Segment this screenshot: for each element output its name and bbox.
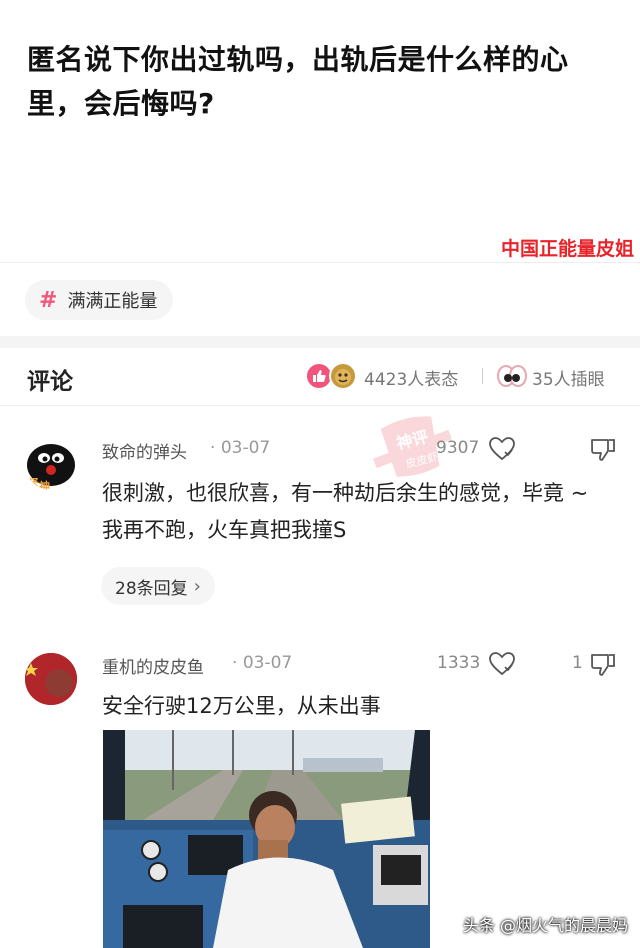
like-count: 9307 <box>436 438 480 458</box>
replies-label: 28条回复 <box>115 578 188 599</box>
topic-tag[interactable]: # 满满正能量 <box>25 280 174 320</box>
post-title: 匿名说下你出过轨吗，出轨后是什么样的心里，会后悔吗? <box>27 43 569 120</box>
source-watermark: 头条 @烟火气的晨晨妈 <box>462 916 628 935</box>
comment-username[interactable]: 重机的皮皮鱼 <box>102 653 204 678</box>
comment-date-value: 03-07 <box>220 438 271 458</box>
hash-icon: # <box>39 287 58 313</box>
thumbs-down-icon[interactable] <box>590 437 616 463</box>
view-replies-button[interactable]: 28条回复 › <box>101 567 215 605</box>
comment-date-value: 03-07 <box>242 653 293 673</box>
avatar[interactable] <box>25 653 77 705</box>
svg-text:紧: 紧 <box>27 476 39 490</box>
comment-text: 很刺激，也很欣喜，有一种劫后余生的感觉，毕竟 ~ 我再不跑，火车真把我撞S <box>102 481 589 542</box>
svg-text:神: 神 <box>39 479 50 490</box>
post-watermark: 中国正能量皮姐 <box>500 238 634 260</box>
section-divider <box>0 336 640 348</box>
dislike-count: 1 <box>572 653 583 673</box>
heart-like-icon[interactable] <box>488 436 516 462</box>
heart-like-icon[interactable] <box>488 651 516 677</box>
thumbs-down-icon[interactable] <box>590 652 616 678</box>
comment-username[interactable]: 致命的弹头 <box>102 438 187 463</box>
like-count: 1333 <box>437 653 481 673</box>
comments-title: 评论 <box>27 369 73 395</box>
header-separator <box>482 368 483 384</box>
comment-text: 安全行驶12万公里，从未出事 <box>102 694 381 718</box>
topic-label: 满满正能量 <box>67 291 158 312</box>
eye-count[interactable]: 35人插眼 <box>532 365 605 390</box>
eyes-icon[interactable] <box>497 363 527 389</box>
comment-image[interactable] <box>103 730 430 948</box>
avatar[interactable]: 紧 神 <box>25 438 77 490</box>
reactions-count[interactable]: 4423人表态 <box>364 365 458 390</box>
emoji-face-icon <box>329 362 357 390</box>
reaction-icons[interactable] <box>305 362 359 390</box>
comment-date: · 03-07 <box>210 438 271 458</box>
chevron-right-icon: › <box>193 575 201 597</box>
comment-date: · 03-07 <box>232 653 293 673</box>
comments-header: 评论 4423人表态 35人插眼 <box>0 348 640 406</box>
post-card: 匿名说下你出过轨吗，出轨后是什么样的心里，会后悔吗? 中国正能量皮姐 <box>0 0 640 263</box>
